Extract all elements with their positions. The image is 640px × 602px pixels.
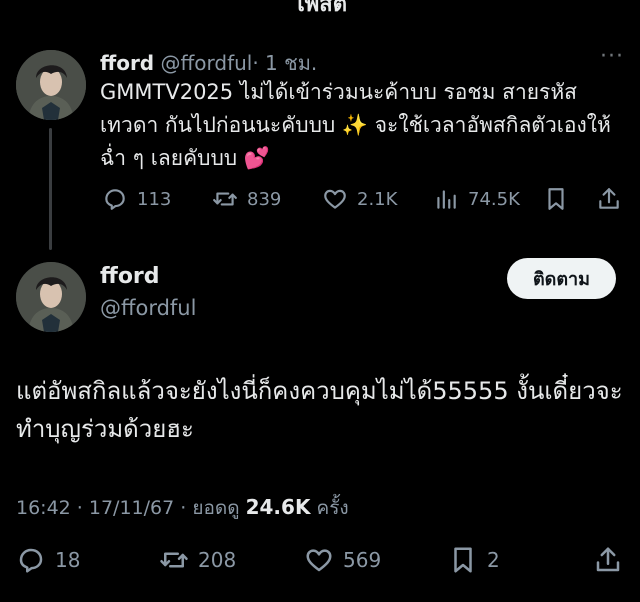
post-view-suffix: ครั้ง [316, 497, 349, 519]
like-count: 569 [343, 548, 382, 572]
analytics-icon [437, 190, 456, 209]
author-handle[interactable]: @ffordful [160, 51, 252, 75]
views-button[interactable]: 74.5K [433, 186, 520, 212]
bookmark-icon [454, 547, 472, 573]
post-time[interactable]: · 1 ชม. [252, 51, 317, 75]
reply-button[interactable]: 18 [16, 545, 80, 575]
repost-button[interactable]: 208 [159, 545, 236, 575]
share-icon [599, 188, 619, 209]
reply-count: 113 [137, 188, 172, 210]
reply-action-bar: 113 839 2.1K 74.5K [100, 186, 630, 216]
reply-text: GMMTV2025 ไม่ได้เข้าร่วมนะค้าบบ รอชม สาย… [100, 80, 611, 170]
repost-button[interactable]: 839 [212, 186, 281, 212]
share-button[interactable] [593, 545, 623, 575]
bookmark-count: 2 [487, 548, 500, 572]
avatar[interactable] [16, 50, 86, 120]
repost-icon [213, 192, 237, 206]
avatar[interactable] [16, 262, 86, 332]
profile-photo [16, 50, 86, 120]
author-name[interactable]: fford [100, 264, 160, 289]
author-name[interactable]: fford [100, 51, 154, 75]
like-count: 2.1K [357, 188, 398, 210]
view-count: 74.5K [468, 188, 520, 210]
bookmark-icon [548, 188, 564, 210]
page-title: โพสต์ [292, 0, 348, 17]
post-text: แต่อัพสกิลแล้วจะยังไงนี่ก็คงควบคุมไม่ได้… [16, 377, 623, 443]
profile-photo [16, 262, 86, 332]
follow-button[interactable]: ติดตาม [507, 258, 616, 299]
repost-count: 839 [247, 188, 282, 210]
share-button[interactable] [596, 186, 622, 212]
reply-count: 18 [55, 548, 81, 572]
comment-icon [105, 189, 125, 210]
like-button[interactable]: 2.1K [322, 186, 397, 212]
post-meta: 16:42 · 17/11/67 · ยอดดู 24.6K ครั้ง [16, 493, 349, 523]
author-handle[interactable]: @ffordful [100, 296, 196, 320]
heart-icon [306, 549, 332, 572]
reply-author-line: fford @ffordful· 1 ชม. [100, 47, 317, 79]
like-button[interactable]: 569 [304, 545, 381, 575]
repost-count: 208 [198, 548, 237, 572]
comment-icon [19, 548, 43, 573]
thread-connector-line [49, 128, 52, 250]
post-view-count: 24.6K [245, 495, 311, 519]
post-action-bar: 18 208 569 2 [16, 545, 626, 579]
heart-icon [324, 189, 346, 209]
reply-button[interactable]: 113 [102, 186, 171, 212]
bookmark-button[interactable] [543, 186, 569, 212]
post-timestamp[interactable]: 16:42 · 17/11/67 · ยอดดู [16, 497, 240, 519]
more-horizontal-icon[interactable]: ··· [600, 44, 624, 69]
bookmark-button[interactable]: 2 [448, 545, 500, 575]
repost-icon [160, 552, 188, 568]
share-icon [596, 547, 620, 572]
